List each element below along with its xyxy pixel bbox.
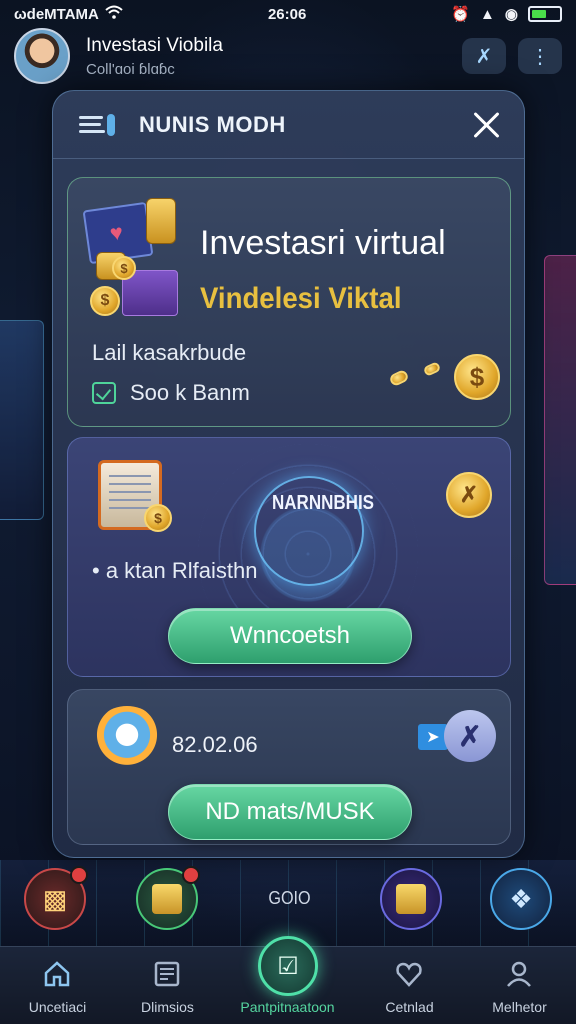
nav-label: Pantpitnaatoon	[240, 999, 335, 1015]
invest-icon: ☑	[277, 952, 299, 980]
modal-title: NUNIS MODH	[139, 111, 286, 137]
menu-modal: NUNIS MODH $ $ Investasri virtual Vindel…	[52, 90, 525, 858]
small-coin-icon	[422, 361, 442, 377]
nav-label: Dlimsios	[141, 999, 194, 1015]
notification-badge	[70, 866, 88, 884]
quick-action-chest[interactable]	[380, 868, 442, 930]
battery-icon	[528, 6, 562, 22]
status-time: 26:06	[267, 5, 307, 23]
heart-icon	[392, 957, 426, 991]
header-title: Investasi Viobila	[86, 34, 223, 56]
more-button[interactable]: ⋮	[518, 38, 562, 74]
dollar-coin-icon: $	[454, 354, 500, 400]
right-decor-panel	[544, 255, 576, 585]
check-icon[interactable]	[92, 382, 116, 404]
modal-header: NUNIS MODH	[53, 91, 524, 159]
shop-icon: ▩	[42, 883, 68, 914]
quick-action-shop[interactable]: ▩	[24, 866, 88, 930]
data-icon: ◉	[504, 6, 518, 23]
more-vertical-icon: ⋮	[530, 45, 550, 68]
app-header: Investasi Viobila Coll'ɑoi ɓlɑɓc ✗ ⋮	[0, 24, 576, 88]
primary-action-button[interactable]: Wnncoetsh	[168, 608, 412, 664]
tools-button[interactable]: ✗	[462, 38, 506, 74]
chest-icon	[396, 884, 426, 914]
carrier-label: ωdeΜTAMA	[14, 5, 99, 23]
news-icon	[150, 957, 184, 991]
card-subtitle: Vindelesi Viktal	[200, 282, 402, 315]
wifi-icon	[105, 5, 123, 23]
box-icon	[152, 884, 182, 914]
left-decor-panel	[0, 320, 44, 520]
quick-action-label: GOIO	[268, 888, 311, 908]
nav-item-favorites[interactable]: Cetnlad	[352, 947, 467, 1024]
quick-action-link[interactable]: ❖	[490, 868, 552, 930]
secondary-action-button[interactable]: ND mats/MUSK	[168, 784, 412, 840]
avatar[interactable]	[14, 28, 70, 84]
tool-icon: ✗	[458, 720, 482, 752]
checkbox-row[interactable]: Soo k Banm	[92, 380, 250, 406]
close-button[interactable]	[472, 110, 502, 140]
card-title: Investasri virtual	[200, 224, 446, 262]
checkbox-label: Soo k Banm	[130, 380, 250, 405]
virtual-investment-card[interactable]: $ $ Investasri virtual Vindelesi Viktal …	[67, 177, 511, 427]
tools-icon: ✗	[475, 45, 493, 68]
card-description: Lail kasakrbude	[92, 340, 247, 365]
balance-value: 82.02.06	[172, 732, 258, 757]
menu-icon[interactable]	[79, 113, 115, 136]
tool-button[interactable]: ✗	[444, 710, 496, 762]
small-coin-icon	[388, 368, 410, 388]
nav-item-news[interactable]: Dlimsios	[110, 947, 225, 1024]
alarm-icon: ⏰	[451, 6, 471, 23]
nav-center-button[interactable]: ☑	[258, 936, 318, 996]
mascot-icon	[92, 706, 162, 770]
core-label: NARNNBHIS	[272, 492, 374, 514]
nav-label: Cetnlad	[385, 999, 434, 1015]
nav-label: Uncetiaci	[28, 999, 87, 1015]
link-icon: ❖	[509, 883, 533, 914]
home-icon	[40, 957, 74, 991]
coin-icon: $	[144, 504, 172, 532]
header-subtitle: Coll'ɑoi ɓlɑɓc	[86, 60, 175, 78]
balance-card[interactable]: 82.02.06 ➤ ✗ ND mats/MUSK	[67, 689, 511, 845]
nav-item-home[interactable]: Uncetiaci	[0, 947, 115, 1024]
card-bullet-text: • a ktan Rlfaisthn	[92, 558, 258, 583]
notification-badge	[182, 866, 200, 884]
token-coin-icon: ✗	[446, 472, 492, 518]
network-card[interactable]: $ NARNNBHIS ✗ • a ktan Rlfaisthn Wnncoet…	[67, 437, 511, 677]
nav-label: Melhetor	[492, 999, 547, 1015]
signal-icon: ▲	[480, 5, 495, 23]
coins-illustration-icon: $ $	[82, 194, 182, 320]
quick-action-box[interactable]	[136, 866, 200, 930]
nav-item-profile[interactable]: Melhetor	[462, 947, 576, 1024]
user-icon	[502, 957, 536, 991]
